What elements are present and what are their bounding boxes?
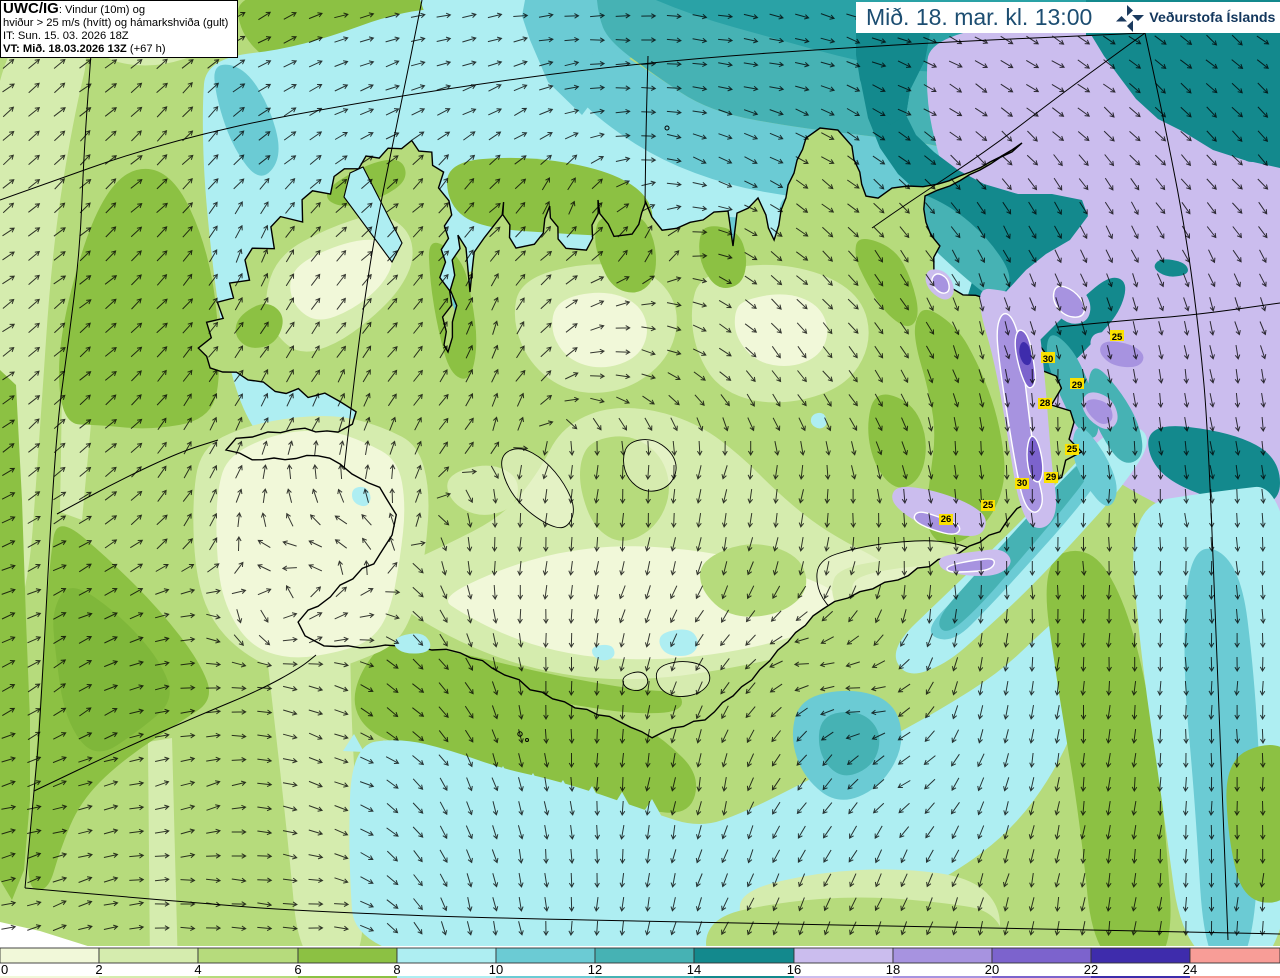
svg-text:30: 30 [1043, 354, 1054, 365]
svg-text:18: 18 [886, 962, 900, 977]
svg-text:10: 10 [489, 962, 503, 977]
svg-text:29: 29 [1072, 380, 1083, 391]
svg-text:20: 20 [985, 962, 999, 977]
svg-text:0: 0 [1, 962, 8, 977]
svg-text:14: 14 [687, 962, 701, 977]
svg-text:4: 4 [194, 962, 201, 977]
svg-text:6: 6 [294, 962, 301, 977]
svg-text:25: 25 [1112, 332, 1123, 343]
svg-text:28: 28 [1040, 398, 1051, 409]
svg-text:25: 25 [983, 500, 994, 511]
svg-text:16: 16 [787, 962, 801, 977]
svg-text:22: 22 [1084, 962, 1098, 977]
svg-text:2: 2 [95, 962, 102, 977]
svg-text:12: 12 [588, 962, 602, 977]
svg-text:24: 24 [1183, 962, 1197, 977]
svg-text:29: 29 [1046, 472, 1057, 483]
svg-text:30: 30 [1017, 478, 1028, 489]
svg-text:26: 26 [941, 514, 952, 525]
svg-text:8: 8 [393, 962, 400, 977]
svg-text:25: 25 [1067, 444, 1078, 455]
